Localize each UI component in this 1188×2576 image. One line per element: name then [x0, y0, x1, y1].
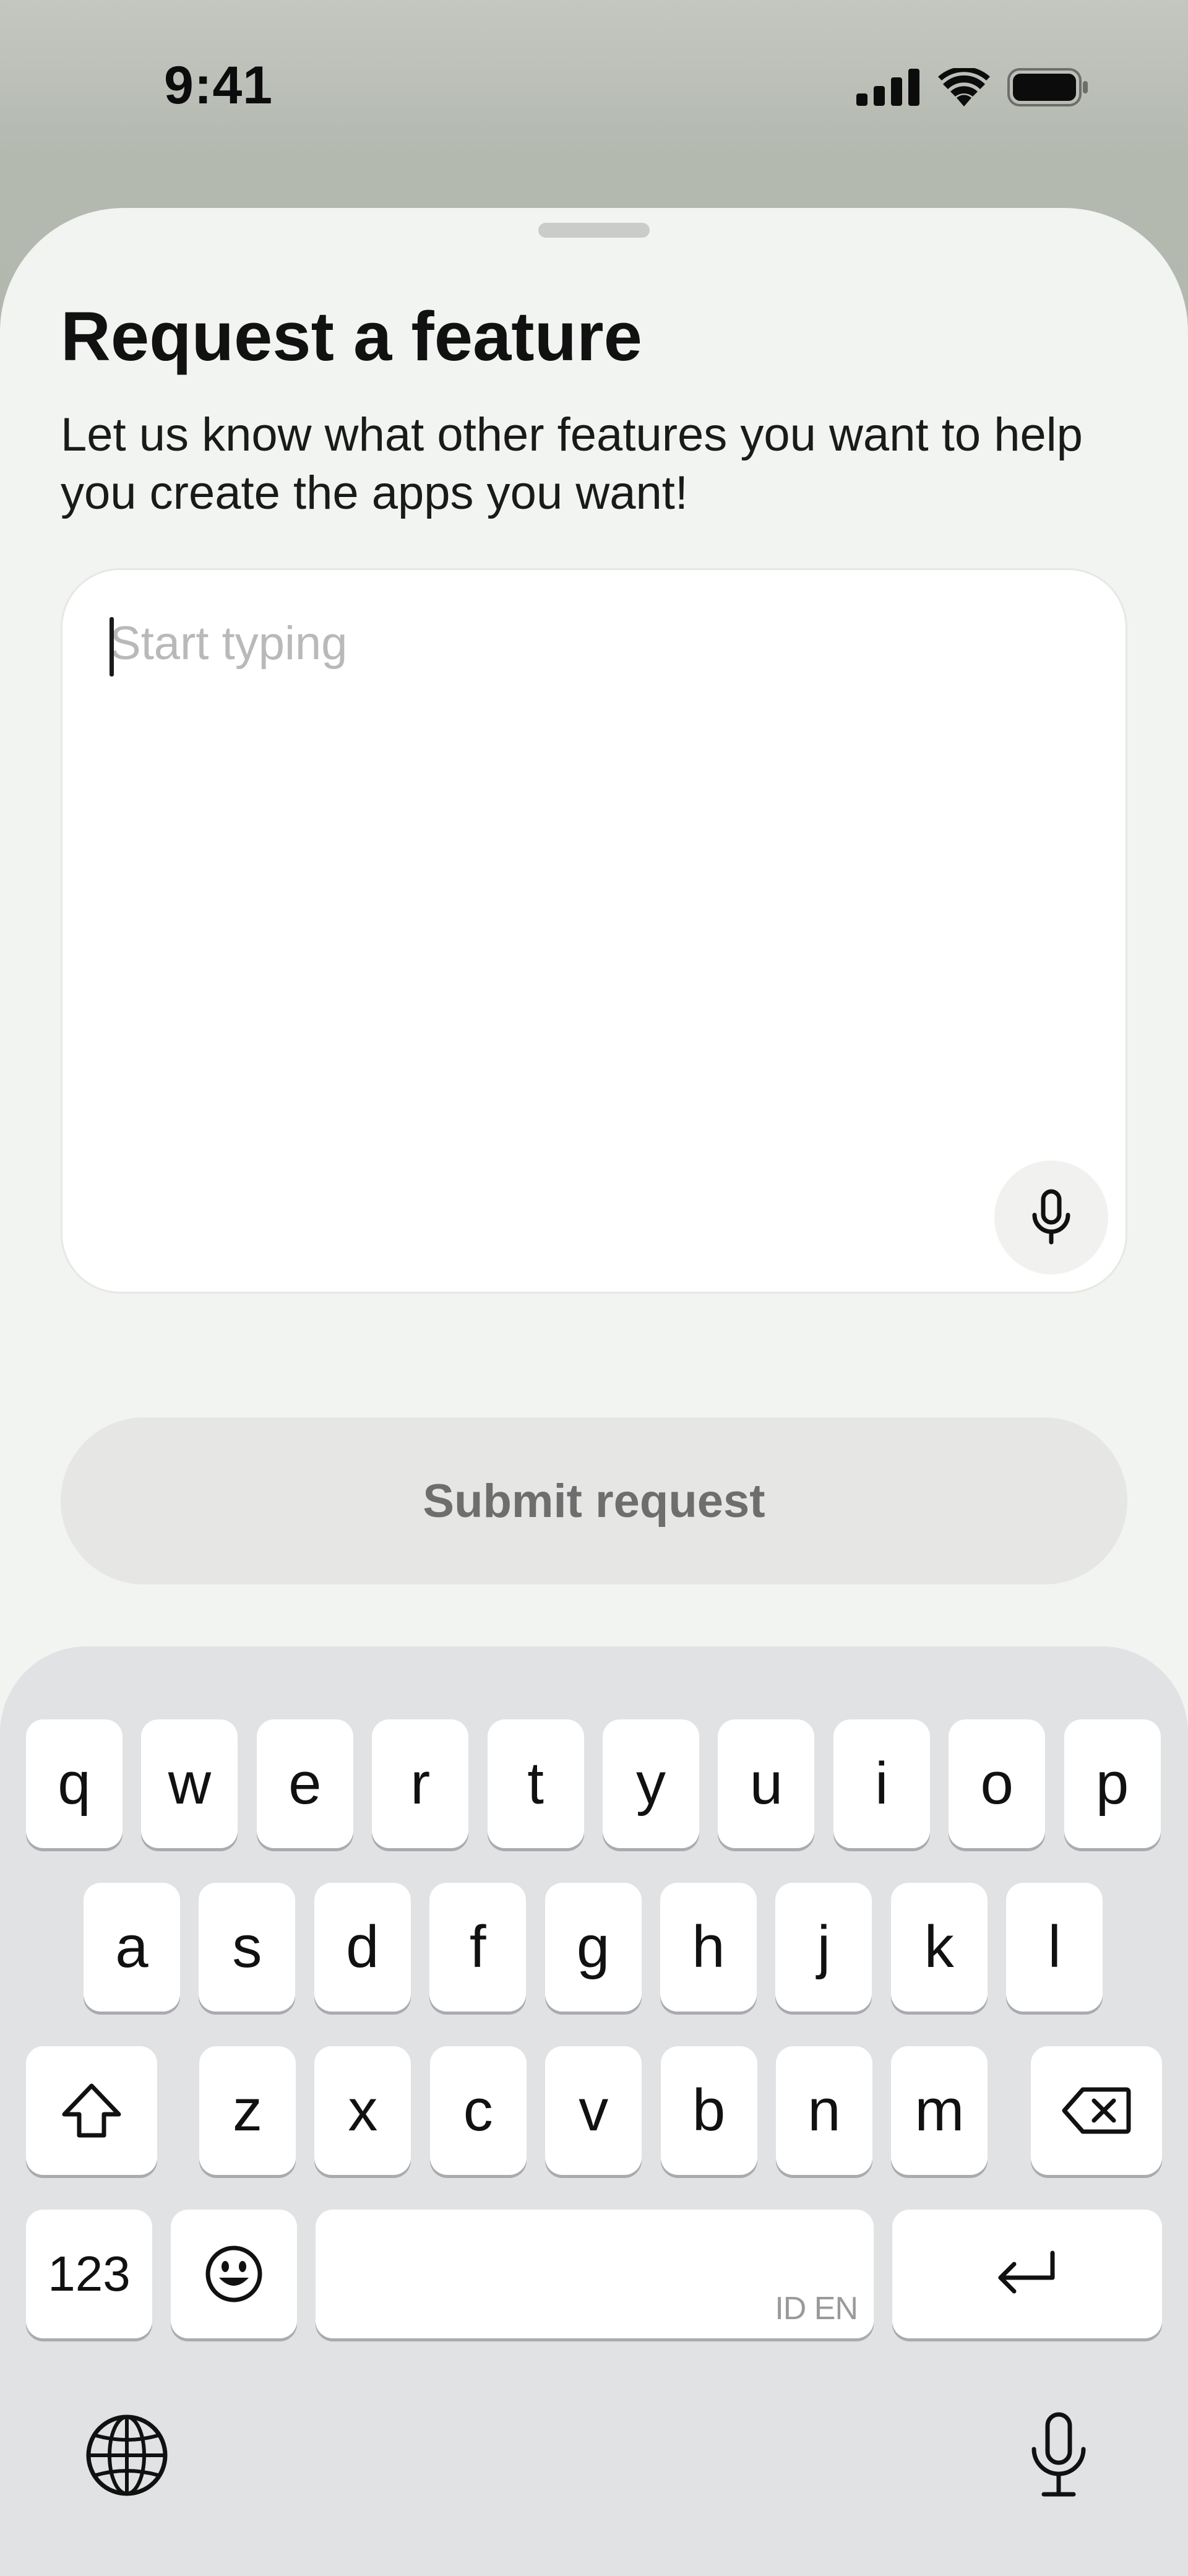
backspace-icon: [1062, 2087, 1131, 2134]
key-c[interactable]: c: [429, 2046, 527, 2175]
space-language-hint: ID EN: [775, 2291, 858, 2327]
voice-input-button[interactable]: [994, 1160, 1108, 1274]
key-p[interactable]: p: [1064, 1719, 1161, 1848]
return-key[interactable]: [892, 2210, 1162, 2338]
emoji-key[interactable]: [171, 2210, 297, 2338]
feature-request-input[interactable]: [110, 606, 1075, 680]
cellular-signal-icon: [856, 69, 919, 106]
key-e[interactable]: e: [256, 1719, 353, 1848]
key-f[interactable]: f: [429, 1883, 527, 2012]
feature-text-area[interactable]: [61, 568, 1127, 1294]
submit-request-button[interactable]: Submit request: [61, 1417, 1127, 1584]
key-m[interactable]: m: [891, 2046, 988, 2175]
key-h[interactable]: h: [660, 1883, 757, 2012]
key-k[interactable]: k: [890, 1883, 988, 2012]
delete-key[interactable]: [1031, 2046, 1162, 2175]
key-w[interactable]: w: [141, 1719, 238, 1848]
text-caret: [110, 617, 114, 676]
key-g[interactable]: g: [544, 1883, 642, 2012]
key-q[interactable]: q: [26, 1719, 123, 1848]
shift-icon: [62, 2083, 121, 2138]
dictation-mic-icon: [1031, 2412, 1086, 2497]
sheet-subtitle: Let us know what other features you want…: [61, 408, 1083, 519]
key-n[interactable]: n: [776, 2046, 872, 2175]
microphone-icon: [1032, 1189, 1070, 1245]
status-bar: 9:41: [0, 0, 1188, 179]
space-key[interactable]: ID EN: [316, 2210, 874, 2338]
key-b[interactable]: b: [660, 2046, 757, 2175]
key-r[interactable]: r: [372, 1719, 469, 1848]
battery-icon: [1007, 68, 1088, 106]
keyboard: qwertyuiop asdfghjkl zxcvbnm 123 ID EN: [0, 1646, 1188, 2576]
sheet-grabber[interactable]: [538, 223, 650, 238]
key-y[interactable]: y: [603, 1719, 699, 1848]
key-i[interactable]: i: [833, 1719, 930, 1848]
key-t[interactable]: t: [487, 1719, 584, 1848]
globe-button[interactable]: [80, 2409, 173, 2502]
key-z[interactable]: z: [199, 2046, 296, 2175]
key-a[interactable]: a: [84, 1883, 180, 2012]
return-icon: [998, 2250, 1055, 2294]
key-j[interactable]: j: [775, 1883, 872, 2012]
numbers-key[interactable]: 123: [26, 2210, 152, 2338]
key-u[interactable]: u: [718, 1719, 815, 1848]
status-icons: [856, 66, 1089, 109]
key-v[interactable]: v: [545, 2046, 642, 2175]
dictation-button[interactable]: [1012, 2403, 1105, 2508]
key-s[interactable]: s: [199, 1883, 296, 2012]
status-time: 9:41: [164, 56, 273, 115]
sheet-title: Request a feature: [61, 298, 642, 375]
key-o[interactable]: o: [949, 1719, 1046, 1848]
key-l[interactable]: l: [1006, 1883, 1103, 2012]
emoji-icon: [205, 2245, 262, 2302]
wifi-icon: [938, 68, 990, 106]
key-x[interactable]: x: [314, 2046, 411, 2175]
globe-icon: [86, 2414, 168, 2496]
key-d[interactable]: d: [314, 1883, 411, 2012]
shift-key[interactable]: [26, 2046, 157, 2175]
